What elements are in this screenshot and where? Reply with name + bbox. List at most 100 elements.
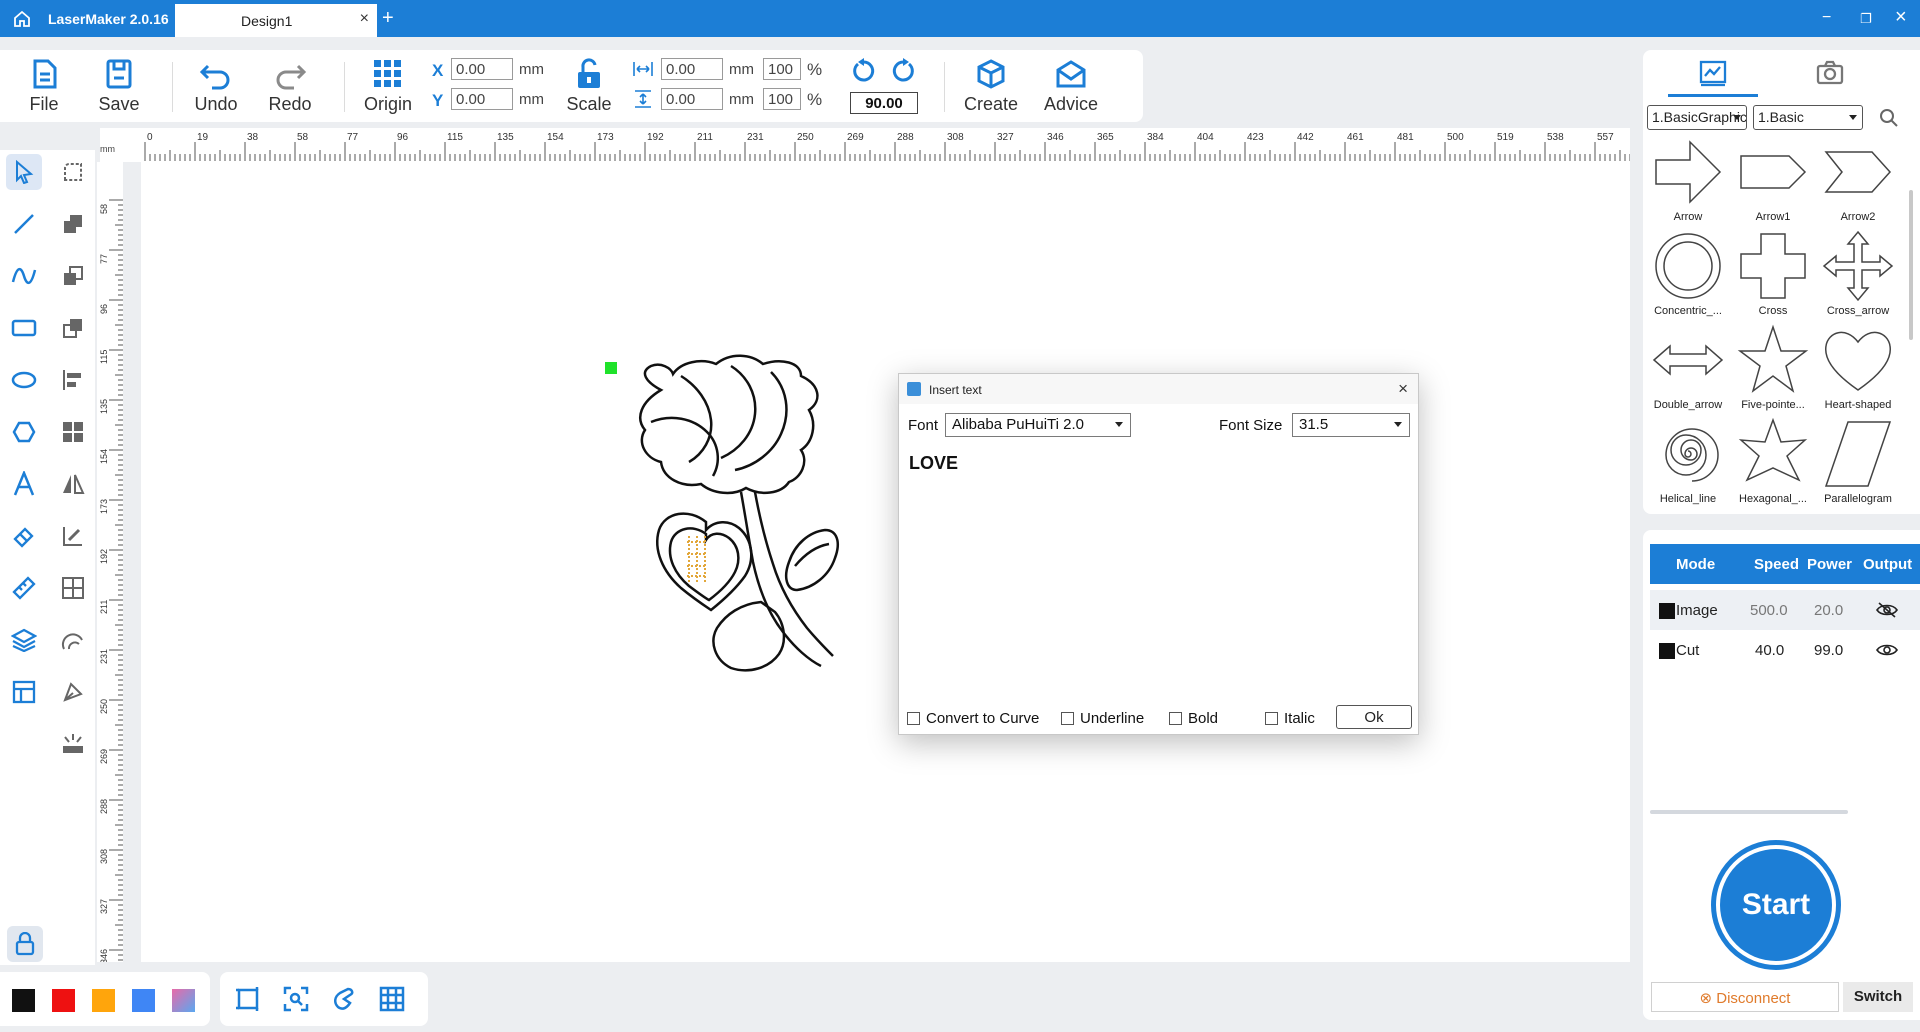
file-button[interactable]: File xyxy=(12,58,76,115)
shape-five-pointed-star[interactable]: Five-pointe... xyxy=(1731,324,1815,418)
origin-button[interactable]: Origin xyxy=(356,58,420,115)
shape-parallelogram[interactable]: Parallelogram xyxy=(1816,418,1900,512)
layer-color-swatch[interactable] xyxy=(1659,603,1675,619)
swatch-red[interactable] xyxy=(52,989,75,1012)
swatch-black[interactable] xyxy=(12,989,35,1012)
undo-button[interactable]: Undo xyxy=(184,58,248,115)
chevron-down-icon xyxy=(1733,115,1741,120)
rotate-ccw-icon[interactable] xyxy=(850,57,878,85)
tab-close-icon[interactable]: × xyxy=(360,10,369,28)
new-tab-button[interactable]: + xyxy=(382,7,394,30)
underline-checkbox[interactable]: Underline xyxy=(1061,710,1144,727)
shape-arrow2[interactable]: Arrow2 xyxy=(1816,136,1900,230)
text-tool[interactable] xyxy=(6,466,42,502)
rotate-cw-icon[interactable] xyxy=(889,57,917,85)
create-button[interactable]: Create xyxy=(959,58,1023,115)
effects-tool[interactable] xyxy=(55,726,91,762)
shape-arrow1[interactable]: Arrow1 xyxy=(1731,136,1815,230)
category-select[interactable]: 1.BasicGraphic xyxy=(1647,105,1747,130)
shape-list-scrollbar[interactable] xyxy=(1909,190,1913,340)
shape-arrow[interactable]: Arrow xyxy=(1646,136,1730,230)
grid-toggle-icon[interactable] xyxy=(378,985,406,1013)
minimize-button[interactable]: − xyxy=(1822,9,1831,27)
union-tool[interactable] xyxy=(55,206,91,242)
panel-tool[interactable] xyxy=(6,674,42,710)
height-input[interactable] xyxy=(661,88,723,110)
measure-tool[interactable] xyxy=(6,570,42,606)
y-input[interactable] xyxy=(451,88,513,110)
power-header: Power xyxy=(1807,556,1853,573)
polygon-tool[interactable] xyxy=(6,414,42,450)
dialog-title-bar[interactable]: Insert text × xyxy=(899,374,1418,404)
close-window-button[interactable]: × xyxy=(1895,6,1907,29)
graphics-tab-icon[interactable] xyxy=(1698,58,1728,88)
font-size-select[interactable]: 31.5 xyxy=(1292,413,1410,437)
bold-checkbox[interactable]: Bold xyxy=(1169,710,1218,727)
shape-double-arrow[interactable]: Double_arrow xyxy=(1646,324,1730,418)
mirror-tool[interactable] xyxy=(55,466,91,502)
shape-cross-arrow[interactable]: Cross_arrow xyxy=(1816,230,1900,324)
text-input-area[interactable]: LOVE xyxy=(909,453,1409,673)
shape-hexagonal-star[interactable]: Hexagonal_... xyxy=(1731,418,1815,512)
start-button[interactable]: Start xyxy=(1720,849,1832,961)
height-percent-input[interactable] xyxy=(763,88,801,110)
layers-tool[interactable] xyxy=(6,622,42,658)
italic-checkbox[interactable]: Italic xyxy=(1265,710,1315,727)
camera-tab-icon[interactable] xyxy=(1815,58,1845,88)
scale-lock-button[interactable]: Scale xyxy=(557,58,621,115)
layout-icon xyxy=(12,680,36,704)
rotation-input[interactable] xyxy=(850,92,918,114)
pan-hand-icon[interactable] xyxy=(330,985,358,1013)
font-select[interactable]: Alibaba PuHuiTi 2.0 xyxy=(945,413,1131,437)
x-input[interactable] xyxy=(451,58,513,80)
shape-cross[interactable]: Cross xyxy=(1731,230,1815,324)
swatch-orange[interactable] xyxy=(92,989,115,1012)
advice-button[interactable]: Advice xyxy=(1039,58,1103,115)
array-tool[interactable] xyxy=(55,570,91,606)
ok-button[interactable]: Ok xyxy=(1336,705,1412,729)
ellipse-tool[interactable] xyxy=(6,362,42,398)
subcategory-select[interactable]: 1.Basic xyxy=(1753,105,1863,130)
line-tool[interactable] xyxy=(6,206,42,242)
disconnect-button[interactable]: ⊗ Disconnect xyxy=(1651,982,1839,1012)
panel-scroll-slider[interactable] xyxy=(1650,810,1848,814)
tab-design1[interactable]: Design1 × xyxy=(175,4,377,37)
shape-concentric[interactable]: Concentric_... xyxy=(1646,230,1730,324)
rectangle-tool[interactable] xyxy=(6,310,42,346)
draw-tool[interactable] xyxy=(55,674,91,710)
curve-tool[interactable] xyxy=(6,258,42,294)
dialog-close-icon[interactable]: × xyxy=(1398,379,1408,399)
eye-hidden-icon[interactable] xyxy=(1875,601,1899,619)
arrow2-shape-icon xyxy=(1824,151,1892,193)
redo-button[interactable]: Redo xyxy=(258,58,322,115)
save-button[interactable]: Save xyxy=(87,58,151,115)
search-icon[interactable] xyxy=(1879,108,1899,128)
convert-to-curve-checkbox[interactable]: Convert to Curve xyxy=(907,710,1039,727)
eye-icon[interactable] xyxy=(1875,641,1899,659)
swatch-blue[interactable] xyxy=(132,989,155,1012)
path-edit-tool[interactable] xyxy=(55,518,91,554)
swatch-gradient[interactable] xyxy=(172,989,195,1012)
switch-button[interactable]: Switch xyxy=(1843,982,1913,1012)
layer-row-cut[interactable]: Cut 40.0 99.0 xyxy=(1650,630,1920,670)
shape-heart[interactable]: Heart-shaped xyxy=(1816,324,1900,418)
checkbox-box xyxy=(1061,712,1074,725)
width-percent-input[interactable] xyxy=(763,58,801,80)
subtract-tool[interactable] xyxy=(55,258,91,294)
layer-color-swatch[interactable] xyxy=(1659,643,1675,659)
offset-tool[interactable] xyxy=(55,622,91,658)
lock-button[interactable] xyxy=(7,926,43,962)
shape-helical-line[interactable]: Helical_line xyxy=(1646,418,1730,512)
eraser-tool[interactable] xyxy=(6,518,42,554)
layer-row-image[interactable]: Image 500.0 20.0 xyxy=(1650,590,1920,630)
fit-page-icon[interactable] xyxy=(234,985,262,1013)
group-tool[interactable] xyxy=(55,414,91,450)
zoom-selection-icon[interactable] xyxy=(282,985,310,1013)
intersect-tool[interactable] xyxy=(55,310,91,346)
maximize-button[interactable]: ❐ xyxy=(1860,11,1872,27)
width-input[interactable] xyxy=(661,58,723,80)
home-icon[interactable] xyxy=(12,10,32,28)
node-edit-tool[interactable] xyxy=(55,154,91,190)
align-tool[interactable] xyxy=(55,362,91,398)
select-tool[interactable] xyxy=(6,154,42,190)
